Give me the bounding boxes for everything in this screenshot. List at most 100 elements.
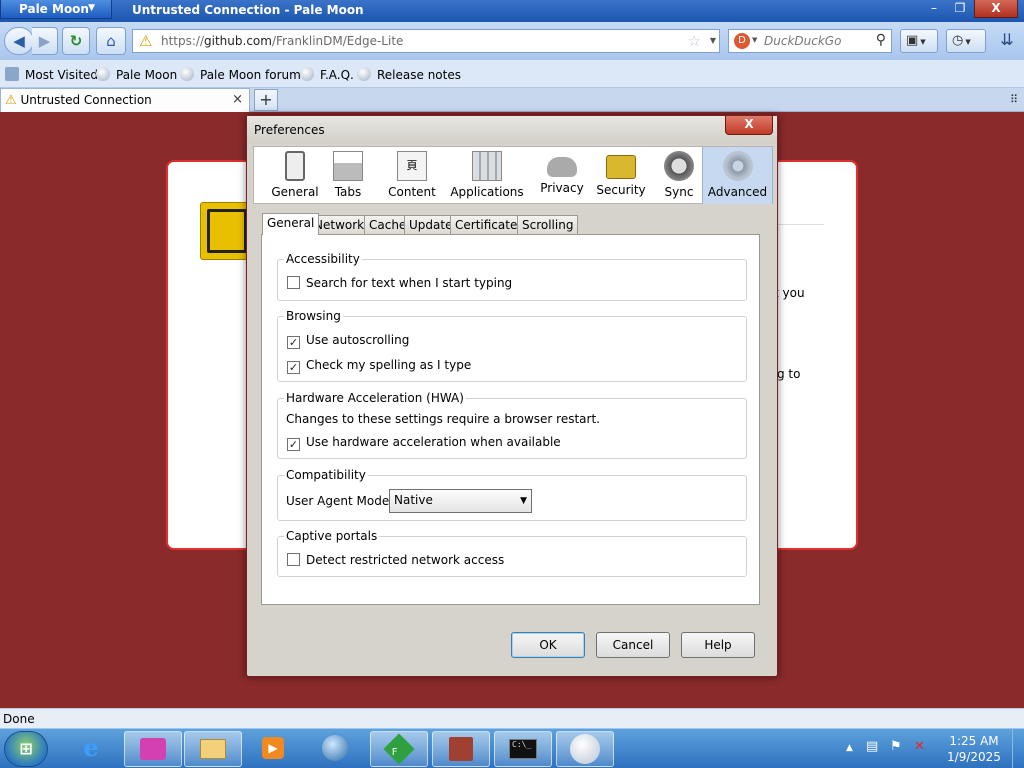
fox-app-icon [140,738,166,760]
pane-content[interactable]: 頁 Content [384,147,440,204]
back-button[interactable]: ◀ [4,27,34,55]
ok-button[interactable]: OK [511,632,585,658]
start-button[interactable]: ⊞ [4,731,48,767]
home-button[interactable]: ⌂ [96,27,126,55]
media-player-icon: ▶ [262,737,284,759]
warning-icon: ⚠ [5,93,17,108]
group-caption: Captive portals [284,529,380,543]
checkbox-label: Search for text when I start typing [306,276,513,290]
star-icon[interactable]: ☆ [688,32,701,50]
maximize-button[interactable]: ❐ [944,0,976,18]
taskbar-command-prompt[interactable]: C:\_ [494,731,552,767]
taskbar-package-app[interactable] [432,731,490,767]
history-button[interactable]: ◷ ▼ [946,29,986,53]
taskbar-media-player[interactable]: ▶ [244,731,302,767]
back-icon: ◀ [13,32,25,50]
dialog-title: Preferences [254,123,325,137]
action-center-flag-icon[interactable]: ⚑ [890,739,902,754]
bookmark-label: Most Visited [25,68,99,82]
group-caption: Accessibility [284,252,362,266]
search-text-checkbox[interactable]: Search for text when I start typing [287,276,512,290]
reload-icon: ↻ [69,32,83,50]
search-icon[interactable]: ⚲ [876,32,886,48]
status-bar: Done [0,708,1024,728]
search-box[interactable]: D ▼ DuckDuckGo ⚲ [728,29,892,53]
taskbar-explorer[interactable] [184,731,242,767]
taskbar-network-app[interactable] [306,731,364,767]
subtab-scrolling[interactable]: Scrolling [517,215,579,235]
captive-portal-checkbox[interactable]: Detect restricted network access [287,553,504,567]
url-domain: github.com [204,34,272,48]
globe-icon [96,67,110,81]
history-icon: ◷ [952,33,964,48]
cancel-button[interactable]: Cancel [596,632,670,658]
taskbar-internet-explorer[interactable]: e [62,731,120,767]
checkbox-box[interactable]: ✓ [287,438,300,451]
hwa-restart-note: Changes to these settings require a brow… [286,412,600,426]
chevron-down-icon[interactable]: ▼ [710,36,716,45]
bookmarks-toolbar: Most Visited Pale Moon Pale Moon forum F… [0,60,1024,88]
network-tray-icon[interactable]: ▤ [866,739,878,754]
bookmark-most-visited[interactable]: Most Visited [5,67,98,82]
app-menu-button[interactable]: Pale Moon ▼ [0,0,112,19]
taskbar-app-f[interactable]: F [370,731,428,767]
downloads-button[interactable]: ▣ ▼ [900,29,938,53]
general-pane-icon [285,151,305,181]
duckduckgo-icon[interactable]: D [734,33,750,49]
pane-sync[interactable]: Sync [656,147,702,204]
chevron-down-icon: ▼ [920,38,926,46]
bookmark-release-notes[interactable]: Release notes [357,67,461,82]
system-clock[interactable]: 1:25 AM 1/9/2025 [944,733,1004,765]
downloads-icon: ▣ [906,33,919,48]
show-hidden-icons-icon[interactable]: ▲ [846,743,853,753]
pane-general[interactable]: General [268,147,322,204]
pane-advanced[interactable]: Advanced [702,147,773,204]
pane-label: Security [596,183,646,197]
bookmark-label: Release notes [377,68,461,82]
checkbox-box[interactable]: ✓ [287,361,300,374]
list-all-tabs-icon[interactable]: ⠿ [1010,93,1018,106]
tab-untrusted-connection[interactable]: ⚠ Untrusted Connection × [0,88,250,112]
url-text[interactable]: https://github.com/FranklinDM/Edge-Lite [161,34,403,48]
user-agent-select[interactable]: Native ▼ [389,489,532,513]
general-settings-panel: Accessibility Search for text when I sta… [261,234,760,605]
close-icon[interactable]: × [232,92,243,107]
pane-label: General [271,185,319,199]
spellcheck-checkbox[interactable]: ✓ Check my spelling as I type [287,358,471,374]
menu-button[interactable]: ⇊ [994,29,1020,53]
help-button[interactable]: Help [681,632,755,658]
pane-label: Sync [664,185,694,199]
pane-security[interactable]: Security [592,147,650,204]
chevron-down-icon[interactable]: ▼ [752,36,757,44]
group-caption: Hardware Acceleration (HWA) [284,391,466,405]
hwa-checkbox[interactable]: ✓ Use hardware acceleration when availabl… [287,435,561,451]
volume-muted-icon[interactable]: ✕ [914,739,925,754]
subtab-general[interactable]: General [262,213,320,235]
close-window-button[interactable]: X [974,0,1018,18]
bookmark-faq[interactable]: F.A.Q. [300,67,354,82]
pane-applications[interactable]: Applications [450,147,524,204]
bookmark-pale-moon-forum[interactable]: Pale Moon forum [180,67,301,82]
taskbar-app-fox[interactable] [124,731,182,767]
autoscroll-checkbox[interactable]: ✓ Use autoscrolling [287,333,409,349]
clock-date: 1/9/2025 [947,750,1001,764]
group-caption: Browsing [284,309,343,323]
advanced-gear-icon [722,151,753,181]
forward-button[interactable]: ▶ [32,27,58,55]
taskbar: ⊞ e ▶ F C:\_ ▲ ▤ ⚑ ✕ 1:25 AM 1/9/2025 [0,728,1024,768]
pane-privacy[interactable]: Privacy [534,147,590,204]
new-tab-button[interactable]: + [254,89,278,111]
taskbar-pale-moon[interactable] [556,731,614,767]
show-desktop-button[interactable] [1012,729,1024,768]
clock-time: 1:25 AM [949,734,999,748]
bookmark-pale-moon[interactable]: Pale Moon [96,67,177,82]
checkbox-box[interactable] [287,553,300,566]
checkbox-box[interactable] [287,276,300,289]
pane-tabs[interactable]: Tabs [326,147,370,204]
checkbox-box[interactable]: ✓ [287,336,300,349]
url-bar[interactable]: ⚠ https://github.com/FranklinDM/Edge-Lit… [132,29,720,53]
group-caption: Compatibility [284,468,368,482]
preferences-dialog: Preferences X General Tabs 頁 Content Appl… [246,115,778,677]
dialog-close-button[interactable]: X [725,116,773,135]
reload-button[interactable]: ↻ [62,27,90,55]
